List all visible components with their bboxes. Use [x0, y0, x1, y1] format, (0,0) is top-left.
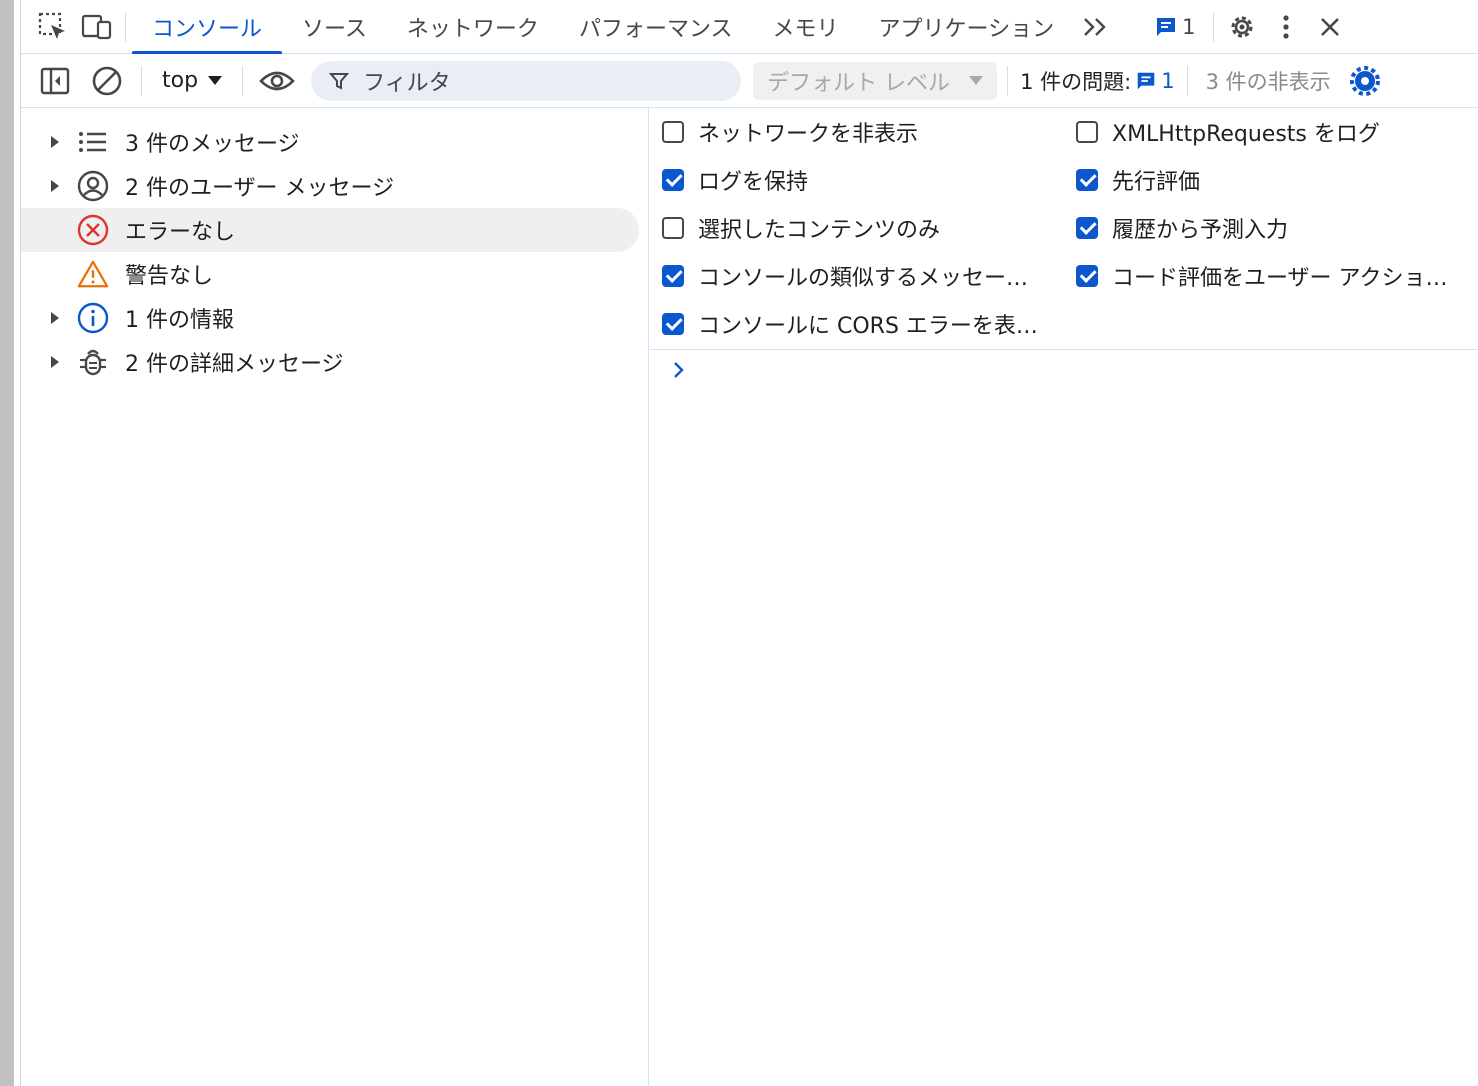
expand-arrow-icon[interactable] [51, 136, 65, 148]
issues-summary[interactable]: 1 件の問題: 1 [1007, 65, 1187, 96]
issue-icon [1137, 72, 1155, 89]
console-settings-panel: ネットワークを非表示 XMLHttpRequests をログ ログを保持 先行評… [650, 108, 1478, 350]
separator [1213, 11, 1215, 42]
sidebar-item-label: 2 件の詳細メッセージ [125, 352, 344, 377]
list-icon [77, 126, 109, 158]
bug-icon [77, 346, 109, 378]
chevron-down-icon [969, 76, 984, 85]
user-icon [77, 170, 109, 202]
more-tabs-icon[interactable] [1074, 0, 1118, 54]
checkbox[interactable] [662, 121, 684, 143]
expand-arrow-icon[interactable] [51, 312, 65, 324]
sidebar-item-label: 3 件のメッセージ [125, 132, 300, 157]
separator [242, 65, 244, 96]
autocomplete-history-checkbox[interactable]: 履歴から予測入力 [1076, 204, 1476, 252]
checkbox[interactable] [1076, 121, 1098, 143]
window-edge [0, 0, 14, 1086]
sidebar-item-verbose[interactable]: 2 件の詳細メッセージ [21, 340, 639, 384]
checkbox[interactable] [1076, 169, 1098, 191]
tab-console[interactable]: コンソール [132, 0, 283, 54]
console-prompt-chevron-icon[interactable] [672, 360, 686, 384]
sidebar-item-errors[interactable]: エラーなし [21, 208, 639, 252]
device-toolbar-icon[interactable] [75, 0, 119, 54]
log-level-value: デフォルト レベル [767, 70, 951, 96]
separator [125, 11, 126, 42]
separator [141, 65, 142, 96]
sidebar-item-messages[interactable]: 3 件のメッセージ [21, 120, 639, 164]
warning-icon [77, 258, 109, 290]
info-icon [77, 302, 109, 334]
live-expression-eye-icon[interactable] [251, 54, 303, 108]
sidebar-item-label: 2 件のユーザー メッセージ [125, 176, 395, 201]
checkbox[interactable] [1076, 217, 1098, 239]
preserve-log-checkbox[interactable]: ログを保持 [662, 156, 1062, 204]
console-settings-gear-icon[interactable] [1349, 65, 1381, 97]
hidden-messages-count: 3 件の非表示 [1186, 65, 1349, 96]
filter-input[interactable]: フィルタ [311, 60, 742, 101]
checkbox[interactable] [662, 265, 684, 287]
chevron-down-icon [208, 76, 223, 85]
tab-network[interactable]: ネットワーク [387, 0, 559, 54]
close-icon[interactable] [1308, 0, 1352, 54]
tab-memory[interactable]: メモリ [753, 0, 859, 54]
inspect-element-icon[interactable] [31, 0, 75, 54]
context-value: top [162, 68, 199, 93]
issues-number: 1 [1161, 68, 1175, 93]
sidebar-item-user-messages[interactable]: 2 件のユーザー メッセージ [21, 164, 639, 208]
settings-gear-icon[interactable] [1220, 0, 1264, 54]
console-toolbar: top フィルタ デフォルト レベル 1 件の問題: 1 3 件の非表示 [21, 54, 1478, 108]
filter-placeholder: フィルタ [363, 70, 451, 96]
expand-arrow-icon[interactable] [51, 356, 65, 368]
log-level-dropdown[interactable]: デフォルト レベル [753, 61, 998, 100]
clear-console-icon[interactable] [81, 54, 133, 108]
sidebar-item-warnings[interactable]: 警告なし [21, 252, 639, 296]
checkbox[interactable] [1076, 265, 1098, 287]
issue-icon [1157, 17, 1176, 36]
tab-sources[interactable]: ソース [282, 0, 387, 54]
checkbox[interactable] [662, 313, 684, 335]
sidebar-item-label: 1 件の情報 [125, 308, 234, 333]
tab-application[interactable]: アプリケーション [859, 0, 1075, 54]
console-sidebar: 3 件のメッセージ 2 件のユーザー メッセージ エラーなし 警告なし 1 件の… [21, 108, 649, 1086]
expand-arrow-icon[interactable] [51, 180, 65, 192]
tab-performance[interactable]: パフォーマンス [559, 0, 753, 54]
sidebar-item-label: 警告なし [125, 264, 214, 289]
show-cors-errors-checkbox[interactable]: コンソールに CORS エラーを表… [662, 300, 1062, 348]
sidebar-item-label: エラーなし [125, 220, 236, 245]
log-xhr-checkbox[interactable]: XMLHttpRequests をログ [1076, 108, 1476, 156]
devtools-tabbar: コンソール ソース ネットワーク パフォーマンス メモリ アプリケーション 1 [21, 0, 1478, 54]
eager-evaluation-checkbox[interactable]: 先行評価 [1076, 156, 1476, 204]
more-options-icon[interactable] [1264, 0, 1308, 54]
filter-icon [329, 72, 350, 90]
error-icon [77, 214, 109, 246]
group-similar-checkbox[interactable]: コンソールの類似するメッセー… [662, 252, 1062, 300]
sidebar-toggle-icon[interactable] [29, 54, 81, 108]
issues-label: 1 件の問題: [1020, 69, 1132, 94]
checkbox[interactable] [662, 217, 684, 239]
user-activation-eval-checkbox[interactable]: コード評価をユーザー アクショ… [1076, 252, 1476, 300]
context-selector[interactable]: top [150, 68, 234, 93]
issues-button[interactable]: 1 [1142, 0, 1207, 54]
sidebar-item-info[interactable]: 1 件の情報 [21, 296, 639, 340]
checkbox[interactable] [662, 169, 684, 191]
issues-count: 1 [1182, 14, 1196, 39]
selected-context-only-checkbox[interactable]: 選択したコンテンツのみ [662, 204, 1062, 252]
hide-network-checkbox[interactable]: ネットワークを非表示 [662, 108, 1062, 156]
